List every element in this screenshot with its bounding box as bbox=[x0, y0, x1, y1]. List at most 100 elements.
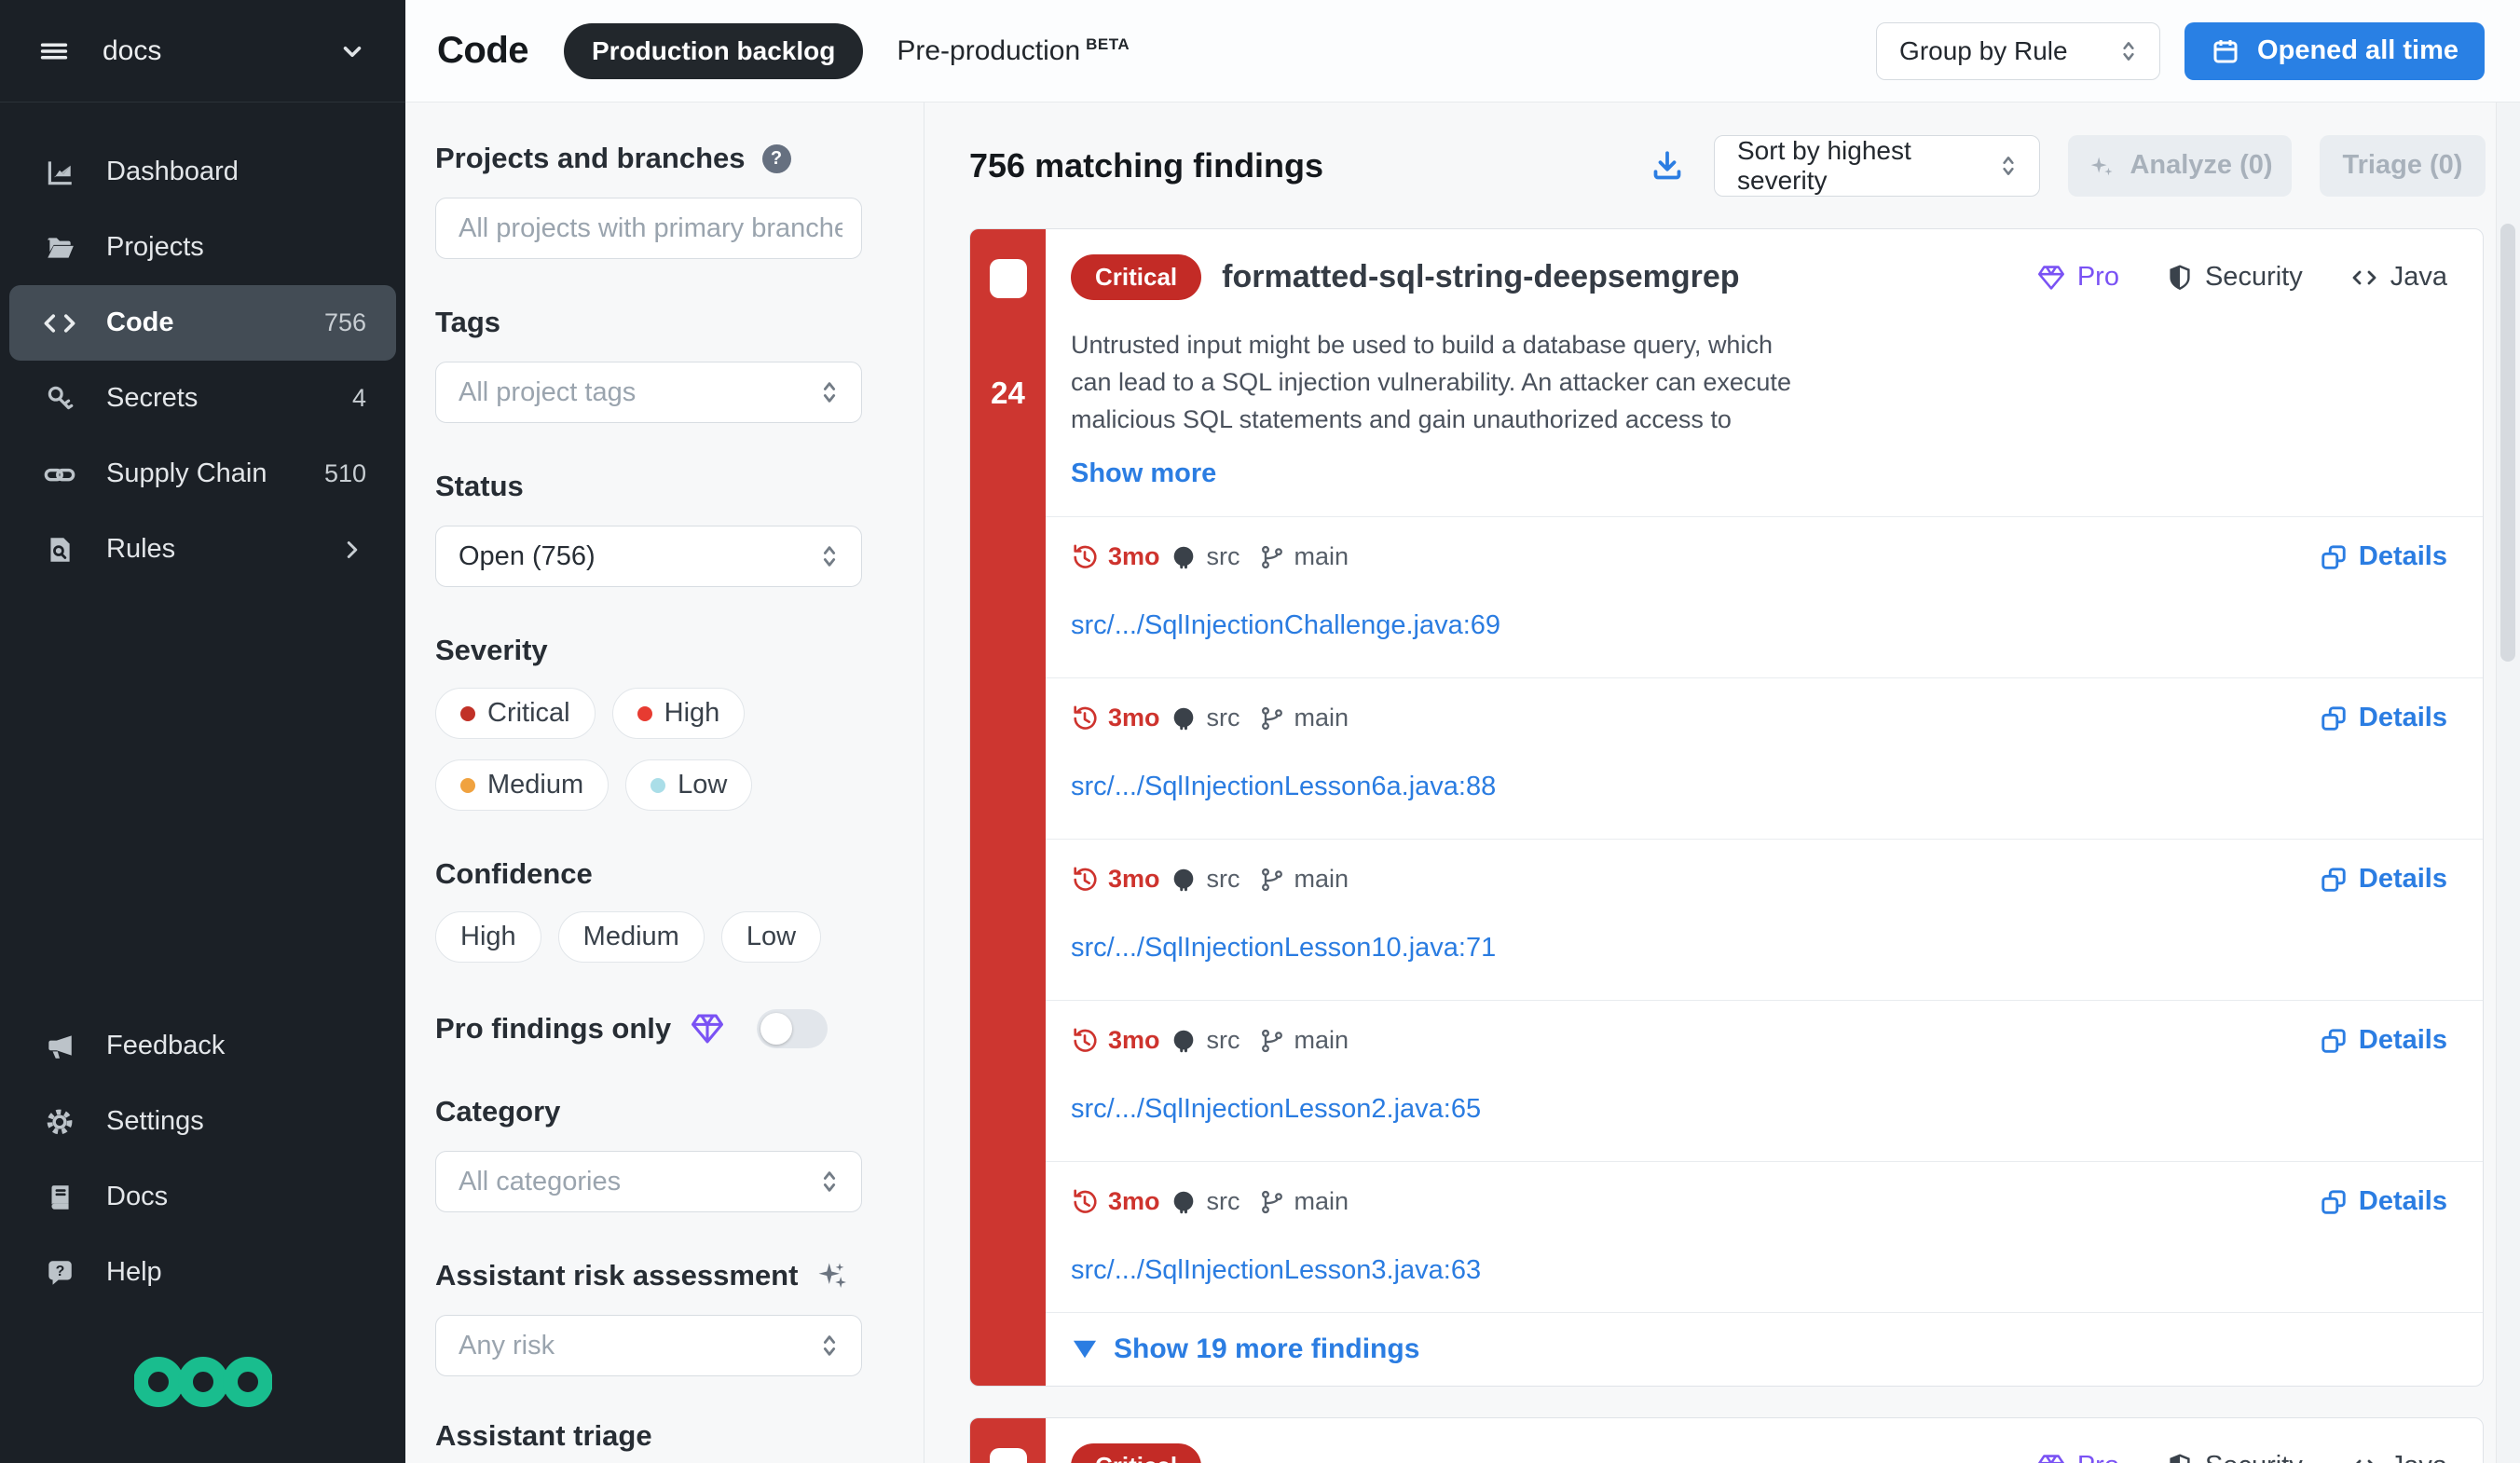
language-tag: Java bbox=[2349, 1451, 2447, 1463]
pro-findings-toggle[interactable] bbox=[757, 1009, 828, 1048]
select-stepper-icon bbox=[816, 1169, 842, 1195]
finding-file-link[interactable]: src/.../SqlInjectionLesson6a.java:88 bbox=[1071, 772, 1496, 802]
repo-name[interactable]: src bbox=[1207, 1026, 1240, 1055]
scrollbar[interactable] bbox=[2496, 103, 2520, 1463]
details-link[interactable]: Details bbox=[2320, 541, 2447, 572]
scrollbar-thumb[interactable] bbox=[2500, 224, 2515, 662]
group-by-select[interactable]: Group by Rule bbox=[1876, 22, 2160, 80]
hamburger-menu-icon[interactable] bbox=[37, 34, 71, 68]
severity-chip-high[interactable]: High bbox=[612, 688, 746, 739]
sidebar-item-badge: 510 bbox=[324, 459, 366, 488]
details-link[interactable]: Details bbox=[2320, 703, 2447, 733]
repo-name[interactable]: src bbox=[1207, 542, 1240, 571]
branch-name: main bbox=[1294, 542, 1349, 571]
folder-icon bbox=[43, 232, 76, 264]
gem-icon bbox=[2036, 1454, 2066, 1463]
severity-chip-low[interactable]: Low bbox=[625, 759, 752, 811]
category-select[interactable]: All categories bbox=[435, 1151, 862, 1212]
sidebar-item-badge: 4 bbox=[352, 384, 366, 413]
sidebar-item-secrets[interactable]: Secrets 4 bbox=[0, 361, 405, 436]
sidebar-item-projects[interactable]: Projects bbox=[0, 210, 405, 285]
finding-description: Untrusted input might be used to build a… bbox=[1071, 326, 2236, 438]
show-more-link[interactable]: Show more bbox=[1071, 458, 2447, 489]
finding-file-link[interactable]: src/.../SqlInjectionLesson10.java:71 bbox=[1071, 933, 1496, 964]
sidebar-item-badge: 756 bbox=[324, 308, 366, 337]
github-icon bbox=[1170, 1188, 1198, 1216]
sidebar-item-supply-chain[interactable]: Supply Chain 510 bbox=[0, 436, 405, 512]
confidence-chip-low[interactable]: Low bbox=[721, 911, 821, 963]
tags-select[interactable]: All project tags bbox=[435, 362, 862, 423]
sidebar-item-help[interactable]: ? Help bbox=[0, 1235, 405, 1310]
sparkles-icon bbox=[815, 1259, 848, 1292]
group-by-value: Group by Rule bbox=[1899, 36, 2068, 66]
assistant-risk-select[interactable]: Any risk bbox=[435, 1315, 862, 1376]
sidebar-item-label: Help bbox=[106, 1257, 162, 1288]
language-tag: Java bbox=[2349, 262, 2447, 293]
analyze-button[interactable]: Analyze (0) bbox=[2068, 135, 2292, 197]
findings-panel: 756 matching findings Sort by highest se… bbox=[924, 103, 2520, 1463]
sidebar-nav: Dashboard Projects Code 756 Secrets 4 bbox=[0, 103, 405, 587]
finding-group-checkbox[interactable] bbox=[990, 1448, 1027, 1463]
show-more-findings-link[interactable]: Show 19 more findings bbox=[1046, 1312, 2483, 1386]
status-filter-label: Status bbox=[435, 470, 924, 503]
projects-filter-input[interactable] bbox=[435, 198, 862, 259]
repo-name[interactable]: src bbox=[1207, 1187, 1240, 1216]
finding-file-link[interactable]: src/.../SqlInjectionChallenge.java:69 bbox=[1071, 610, 1500, 641]
details-panel-icon bbox=[2320, 1188, 2348, 1216]
help-bubble-icon: ? bbox=[43, 1257, 76, 1289]
finding-file-link[interactable]: src/.../SqlInjectionLesson2.java:65 bbox=[1071, 1094, 1481, 1125]
sidebar-item-label: Code bbox=[106, 308, 174, 338]
page-title: Code bbox=[437, 30, 528, 72]
severity-chip-critical[interactable]: Critical bbox=[435, 688, 596, 739]
severity-dot bbox=[460, 778, 475, 793]
org-name: docs bbox=[103, 35, 161, 67]
chevron-right-icon bbox=[338, 536, 366, 564]
sidebar-item-rules[interactable]: Rules bbox=[0, 512, 405, 587]
status-select[interactable]: Open (756) bbox=[435, 526, 862, 587]
code-icon bbox=[2349, 263, 2379, 293]
assistant-risk-label: Assistant risk assessment bbox=[435, 1259, 924, 1292]
severity-chip-medium[interactable]: Medium bbox=[435, 759, 609, 811]
select-stepper-icon bbox=[816, 1333, 842, 1359]
sidebar-item-label: Secrets bbox=[106, 383, 198, 414]
finding-group-checkbox[interactable] bbox=[990, 259, 1027, 298]
details-panel-icon bbox=[2320, 704, 2348, 732]
finding-file-link[interactable]: src/.../SqlInjectionLesson3.java:63 bbox=[1071, 1255, 1481, 1286]
download-icon[interactable] bbox=[1649, 147, 1686, 185]
findings-header: 756 matching findings Sort by highest se… bbox=[924, 103, 2520, 228]
sidebar-item-code[interactable]: Code 756 bbox=[9, 285, 396, 361]
details-link[interactable]: Details bbox=[2320, 1186, 2447, 1217]
confidence-chip-medium[interactable]: Medium bbox=[558, 911, 705, 963]
select-stepper-icon bbox=[816, 543, 842, 569]
org-switcher[interactable]: docs bbox=[0, 0, 405, 103]
sidebar-item-docs[interactable]: Docs bbox=[0, 1159, 405, 1235]
help-circle-icon[interactable]: ? bbox=[762, 144, 791, 173]
chain-link-icon bbox=[43, 458, 76, 491]
pro-tag[interactable]: Pro bbox=[2036, 262, 2119, 293]
repo-name[interactable]: src bbox=[1207, 704, 1240, 732]
git-branch-icon bbox=[1259, 1028, 1285, 1054]
git-branch-icon bbox=[1259, 705, 1285, 732]
sort-select[interactable]: Sort by highest severity bbox=[1714, 135, 2040, 197]
chevron-down-icon[interactable] bbox=[336, 35, 368, 67]
confidence-chip-high[interactable]: High bbox=[435, 911, 541, 963]
tab-pre-production[interactable]: Pre-production BETA bbox=[897, 35, 1130, 67]
projects-search-input[interactable] bbox=[459, 213, 842, 244]
details-panel-icon bbox=[2320, 866, 2348, 894]
projects-filter-label: Projects and branches ? bbox=[435, 142, 924, 175]
triage-button[interactable]: Triage (0) bbox=[2320, 135, 2486, 197]
repo-name[interactable]: src bbox=[1207, 865, 1240, 894]
github-icon bbox=[1170, 543, 1198, 571]
details-link[interactable]: Details bbox=[2320, 864, 2447, 895]
calendar-icon bbox=[2211, 36, 2240, 66]
tab-production-backlog[interactable]: Production backlog bbox=[564, 23, 863, 79]
branch-name: main bbox=[1294, 865, 1349, 894]
severity-rail bbox=[970, 1418, 1046, 1463]
sidebar-item-feedback[interactable]: Feedback bbox=[0, 1008, 405, 1084]
sidebar-item-label: Settings bbox=[106, 1106, 204, 1137]
details-link[interactable]: Details bbox=[2320, 1025, 2447, 1056]
date-filter-button[interactable]: Opened all time bbox=[2184, 22, 2485, 80]
sidebar-item-dashboard[interactable]: Dashboard bbox=[0, 134, 405, 210]
pro-tag[interactable]: Pro bbox=[2036, 1451, 2119, 1463]
sidebar-item-settings[interactable]: Settings bbox=[0, 1084, 405, 1159]
